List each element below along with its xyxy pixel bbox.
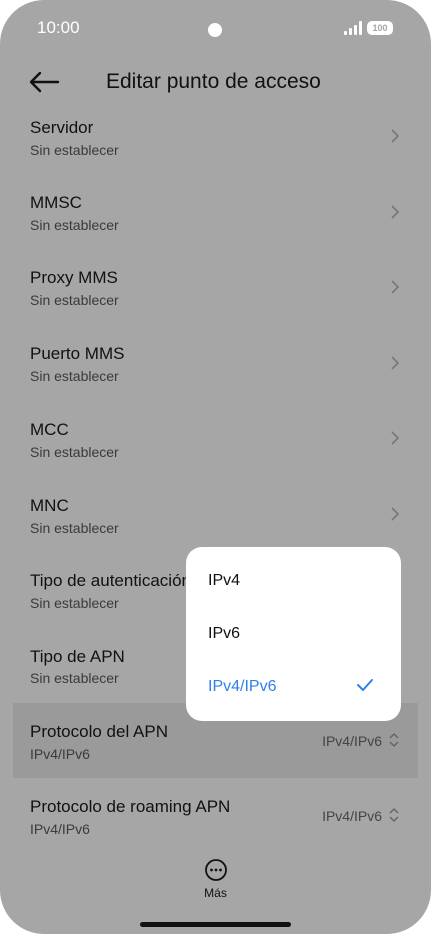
list-item-mmsc[interactable]: MMSC Sin establecer — [13, 160, 418, 235]
arrow-left-icon[interactable] — [28, 70, 60, 94]
item-label: Proxy MMS — [30, 268, 118, 287]
chevron-right-icon — [391, 280, 400, 294]
phone-screen: 10:00 100 Editar punto de acceso Servido… — [0, 0, 431, 934]
item-label: Puerto MMS — [30, 344, 125, 363]
list-item-mnc[interactable]: MNC Sin establecer — [13, 460, 418, 536]
chevron-updown-icon — [389, 807, 399, 823]
item-sub: IPv4/IPv6 — [30, 821, 90, 837]
list-item-servidor[interactable]: Servidor Sin establecer — [13, 110, 418, 160]
chevron-updown-icon — [389, 732, 399, 748]
option-ipv4-ipv6[interactable]: IPv4/IPv6 — [208, 678, 276, 696]
page-title: Editar punto de acceso — [106, 70, 321, 93]
bottom-bar: Más — [0, 850, 431, 934]
list-item-protocolo-roaming-apn[interactable]: Protocolo de roaming APN IPv4/IPv6 IPv4/… — [13, 778, 418, 848]
item-sub: Sin establecer — [30, 142, 119, 158]
item-sub: Sin establecer — [30, 595, 119, 611]
item-sub: Sin establecer — [30, 444, 119, 460]
item-sub: Sin establecer — [30, 368, 119, 384]
item-label: Tipo de APN — [30, 647, 125, 666]
more-label: Más — [204, 886, 227, 900]
item-sub: Sin establecer — [30, 520, 119, 536]
item-value: IPv4/IPv6 — [322, 733, 382, 749]
list-item-proxy-mms[interactable]: Proxy MMS Sin establecer — [13, 235, 418, 310]
item-sub: Sin establecer — [30, 670, 119, 686]
status-time: 10:00 — [37, 18, 80, 37]
signal-icon — [344, 21, 362, 35]
item-label: Protocolo del APN — [30, 722, 168, 741]
ellipsis-circle-icon[interactable] — [204, 858, 228, 882]
chevron-right-icon — [391, 431, 400, 445]
item-label: Tipo de autenticación — [30, 571, 191, 590]
item-sub: IPv4/IPv6 — [30, 746, 90, 762]
camera-cutout — [208, 23, 222, 37]
option-ipv4[interactable]: IPv4 — [208, 572, 240, 590]
chevron-right-icon — [391, 507, 400, 521]
item-label: MNC — [30, 496, 69, 515]
check-icon — [357, 679, 373, 691]
chevron-right-icon — [391, 356, 400, 370]
item-sub: Sin establecer — [30, 217, 119, 233]
app-header: Editar punto de acceso — [0, 60, 431, 110]
item-sub: Sin establecer — [30, 292, 119, 308]
chevron-right-icon — [391, 205, 400, 219]
home-indicator[interactable] — [140, 922, 291, 927]
list-item-mcc[interactable]: MCC Sin establecer — [13, 385, 418, 460]
item-label: Servidor — [30, 118, 94, 137]
status-bar: 10:00 100 — [0, 0, 431, 60]
item-value: IPv4/IPv6 — [322, 808, 382, 824]
item-label: MCC — [30, 420, 69, 439]
option-ipv6[interactable]: IPv6 — [208, 625, 240, 643]
list-item-puerto-mms[interactable]: Puerto MMS Sin establecer — [13, 310, 418, 385]
battery-icon: 100 — [367, 21, 393, 35]
item-label: MMSC — [30, 193, 82, 212]
chevron-right-icon — [391, 129, 400, 143]
item-label: Protocolo de roaming APN — [30, 797, 231, 816]
protocol-dropdown-menu: IPv4 IPv6 IPv4/IPv6 — [186, 547, 401, 721]
